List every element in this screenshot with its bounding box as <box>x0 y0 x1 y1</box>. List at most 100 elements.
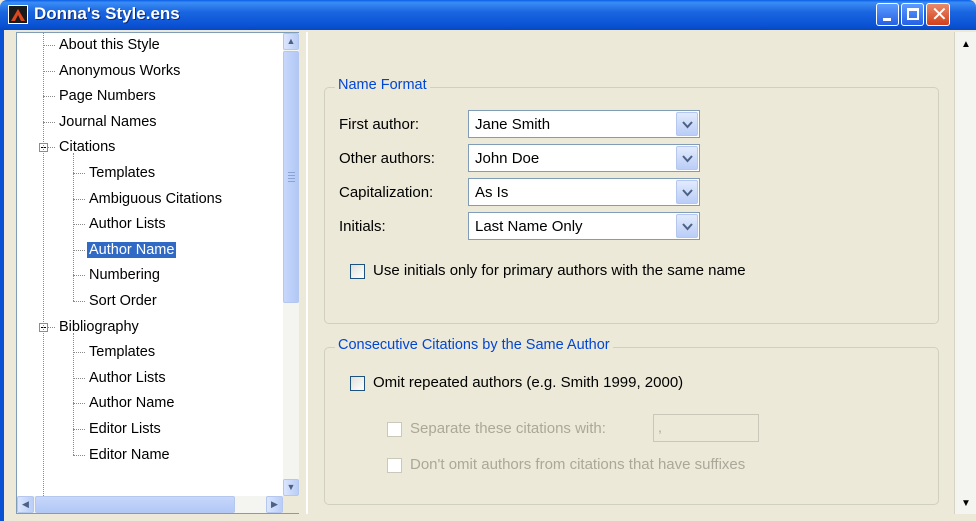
other-authors-label: Other authors: <box>339 150 435 167</box>
tree-connector <box>73 403 85 405</box>
use-initials-checkbox[interactable] <box>350 264 365 279</box>
tree-item[interactable]: Templates <box>87 163 157 183</box>
tree-item-label: Anonymous Works <box>59 62 181 79</box>
name-format-group: Name Format First author: Jane Smith Oth… <box>324 77 939 324</box>
tree-item[interactable]: Sort Order <box>87 291 159 311</box>
tree-item[interactable]: Page Numbers <box>57 86 158 106</box>
tree-item-label: Templates <box>89 344 156 361</box>
chevron-down-icon[interactable] <box>676 146 698 170</box>
tree-item-label: Citations <box>59 139 116 156</box>
tree-item-label: Editor Name <box>89 446 170 463</box>
maximize-icon <box>907 8 919 20</box>
initials-value: Last Name Only <box>475 218 583 235</box>
tree-item[interactable]: Author Lists <box>87 214 168 234</box>
chevron-down-icon[interactable] <box>676 112 698 136</box>
tree-scroll-thumb[interactable] <box>283 51 299 303</box>
tree-item[interactable]: About this Style <box>57 35 162 55</box>
settings-pane: Name Format First author: Jane Smith Oth… <box>306 32 954 514</box>
tree-item-label: Journal Names <box>59 113 157 130</box>
separate-citations-label: Separate these citations with: <box>410 420 606 437</box>
tree-item-label: Templates <box>89 165 156 181</box>
tree-item[interactable]: Templates <box>87 342 157 362</box>
other-authors-select[interactable]: John Doe <box>468 144 700 172</box>
tree-item[interactable]: Numbering <box>87 265 162 285</box>
tree-item-label: Author Lists <box>89 216 166 233</box>
first-author-select[interactable]: Jane Smith <box>468 110 700 138</box>
maximize-button[interactable] <box>901 3 924 26</box>
tree-item[interactable]: Citations <box>57 137 117 157</box>
scroll-up-icon[interactable]: ▲ <box>283 33 299 50</box>
tree-branch <box>73 153 74 301</box>
close-icon: ✕ <box>931 2 948 26</box>
initials-label: Initials: <box>339 218 386 235</box>
chevron-down-icon[interactable] <box>676 180 698 204</box>
style-tree-panel: About this Style Anonymous Works Page Numb… <box>16 32 299 514</box>
tree-connector <box>43 45 55 46</box>
tree-item[interactable]: Anonymous Works <box>57 61 182 81</box>
tree-branch <box>73 332 74 455</box>
tree-connector <box>73 275 85 277</box>
consecutive-citations-legend: Consecutive Citations by the Same Author <box>335 337 613 353</box>
tree-connector <box>73 377 85 379</box>
chevron-down-icon[interactable] <box>676 214 698 238</box>
tree-horizontal-scrollbar[interactable]: ◀ ▶ <box>17 496 283 513</box>
separate-citations-checkbox[interactable] <box>387 422 402 437</box>
tree-hscroll-thumb[interactable] <box>35 496 235 513</box>
name-format-legend: Name Format <box>335 77 430 93</box>
tree-item[interactable]: Author Name <box>87 240 177 260</box>
tree-item-label: Numbering <box>89 267 160 284</box>
title-bar[interactable]: Donna's Style.ens ✕ <box>0 0 976 30</box>
settings-vertical-scrollbar[interactable]: ▲ ▼ <box>954 32 976 514</box>
capitalization-value: As Is <box>475 184 509 201</box>
scroll-down-icon[interactable]: ▼ <box>957 495 975 512</box>
tree-item-label: Author Name <box>87 241 177 258</box>
dont-omit-authors-label: Don't omit authors from citations that h… <box>410 456 746 473</box>
tree-item[interactable]: Journal Names <box>57 112 159 132</box>
tree-connector <box>43 121 55 123</box>
minimize-icon <box>883 18 891 21</box>
scroll-down-icon[interactable]: ▼ <box>283 479 299 496</box>
tree-connector <box>43 70 55 72</box>
tree-connector <box>73 173 85 174</box>
style-tree: About this Style Anonymous Works Page Numb… <box>17 33 283 496</box>
tree-connector <box>73 224 85 226</box>
capitalization-label: Capitalization: <box>339 184 434 201</box>
consecutive-citations-group: Consecutive Citations by the Same Author… <box>324 337 939 505</box>
separator-input[interactable]: , <box>653 414 759 442</box>
minimize-button[interactable] <box>876 3 899 26</box>
initials-select[interactable]: Last Name Only <box>468 212 700 240</box>
tree-connector <box>73 429 85 430</box>
tree-item-label: About this Style <box>59 37 160 53</box>
tree-connector <box>73 249 85 251</box>
tree-item-label: Page Numbers <box>59 88 156 105</box>
scroll-left-icon[interactable]: ◀ <box>17 496 34 513</box>
other-authors-value: John Doe <box>475 150 540 167</box>
omit-repeated-label[interactable]: Omit repeated authors (e.g. Smith 1999, … <box>373 374 683 391</box>
close-button[interactable]: ✕ <box>926 2 950 26</box>
window-title: Donna's Style.ens <box>34 4 180 23</box>
first-author-value: Jane Smith <box>475 116 551 133</box>
scroll-right-icon[interactable]: ▶ <box>266 496 283 513</box>
endnote-style-icon <box>8 5 28 24</box>
capitalization-select[interactable]: As Is <box>468 178 700 206</box>
tree-trunk <box>43 33 44 496</box>
tree-item[interactable]: Author Name <box>87 393 176 413</box>
tree-item[interactable]: Ambiguous Citations <box>87 189 224 209</box>
tree-item-label: Author Lists <box>89 369 166 386</box>
tree-item-label: Ambiguous Citations <box>89 190 222 207</box>
tree-connector <box>73 454 85 456</box>
separator-value: , <box>658 419 662 435</box>
use-initials-label[interactable]: Use initials only for primary authors wi… <box>373 262 746 279</box>
tree-item[interactable]: Author Lists <box>87 368 168 388</box>
tree-connector <box>73 198 85 200</box>
tree-item-label: Sort Order <box>89 293 157 309</box>
scroll-up-icon[interactable]: ▲ <box>957 36 975 53</box>
tree-item[interactable]: Editor Name <box>87 445 172 465</box>
tree-item[interactable]: Editor Lists <box>87 419 163 439</box>
tree-connector <box>73 301 85 302</box>
tree-item[interactable]: Bibliography <box>57 317 141 337</box>
dont-omit-authors-checkbox[interactable] <box>387 458 402 473</box>
tree-vertical-scrollbar[interactable]: ▲ ▼ <box>283 33 299 496</box>
tree-item-label: Editor Lists <box>89 421 161 437</box>
omit-repeated-checkbox[interactable] <box>350 376 365 391</box>
